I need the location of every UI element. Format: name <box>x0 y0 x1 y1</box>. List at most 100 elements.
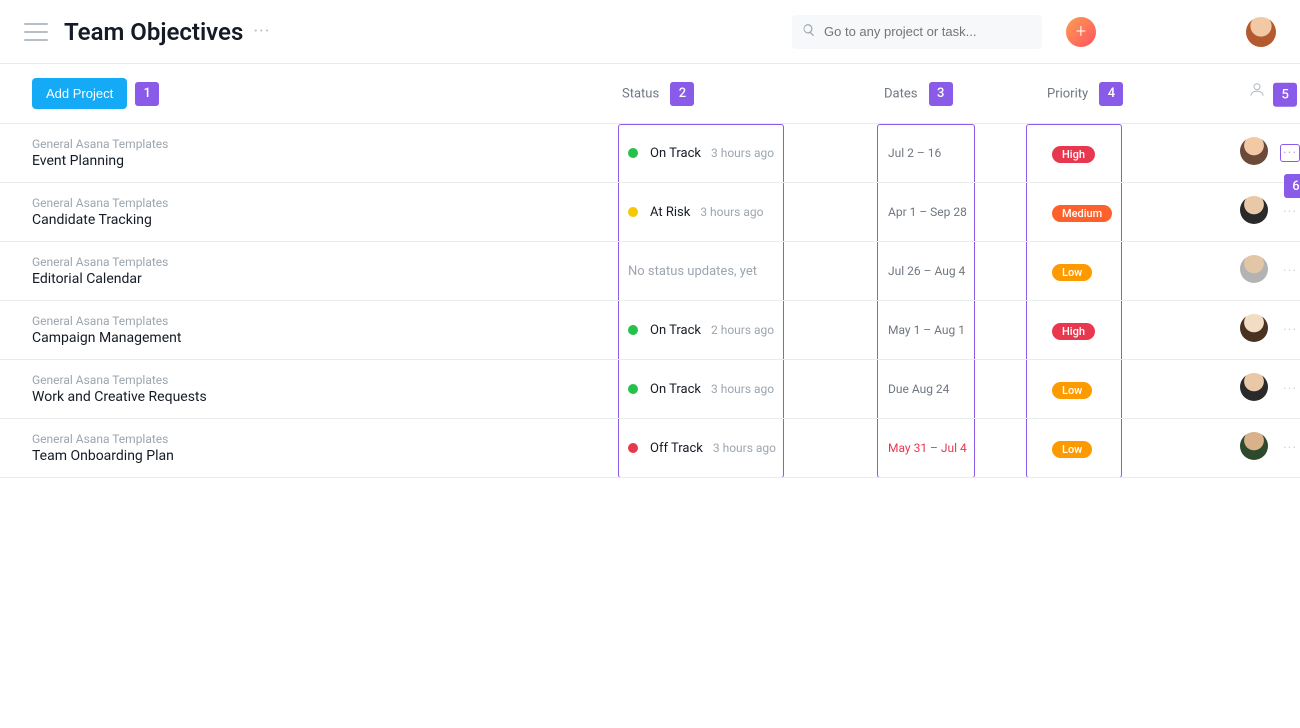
project-cell: General Asana Templates Team Onboarding P… <box>32 432 592 464</box>
project-row[interactable]: General Asana TemplatesEditorial Calenda… <box>0 242 1300 301</box>
priority-cell[interactable]: Low <box>1052 261 1132 281</box>
row-actions: ··· <box>1280 204 1300 220</box>
project-cell: General Asana Templates Candidate Trackin… <box>32 196 592 228</box>
priority-pill: Low <box>1052 382 1092 399</box>
row-actions: ··· <box>1280 263 1300 279</box>
project-name[interactable]: Candidate Tracking <box>32 212 592 228</box>
dates-cell[interactable]: Jul 26 – Aug 4 <box>888 264 1008 278</box>
project-row[interactable]: General Asana Templates Event Planning On … <box>0 124 1300 183</box>
annotation-3: 3 <box>929 82 953 106</box>
row-actions: ··· <box>1280 322 1300 338</box>
column-header-status-label: Status <box>622 86 659 101</box>
owner-cell[interactable] <box>1240 432 1268 464</box>
annotation-5: 5 <box>1273 83 1297 107</box>
status-cell[interactable]: On Track3 hours ago <box>628 146 858 161</box>
add-project-button[interactable]: Add Project <box>32 78 127 109</box>
global-add-button[interactable]: + <box>1066 17 1096 47</box>
dates-cell[interactable]: May 31 – Jul 4 <box>888 441 1008 455</box>
owner-avatar[interactable] <box>1240 255 1268 283</box>
owner-cell[interactable] <box>1240 314 1268 346</box>
project-row[interactable]: General Asana Templates Team Onboarding P… <box>0 419 1300 478</box>
status-label: Off Track <box>650 441 703 456</box>
row-actions: ··· <box>1280 440 1300 456</box>
priority-pill: Medium <box>1052 205 1112 222</box>
status-dot-icon <box>628 443 638 453</box>
priority-cell[interactable]: Low <box>1052 438 1132 458</box>
dates-cell[interactable]: May 1 – Aug 1 <box>888 323 1008 337</box>
status-timestamp: 2 hours ago <box>711 323 774 337</box>
status-cell[interactable]: On Track3 hours ago <box>628 382 858 397</box>
row-more-icon[interactable]: ··· <box>1280 322 1300 338</box>
row-more-icon[interactable]: ··· <box>1280 263 1300 279</box>
dates-cell[interactable]: Apr 1 – Sep 28 <box>888 205 1008 219</box>
column-header-dates-label: Dates <box>884 86 917 101</box>
priority-pill: High <box>1052 323 1095 340</box>
column-header-status[interactable]: Status 2 <box>622 82 694 106</box>
column-header-priority[interactable]: Priority 4 <box>1047 82 1123 106</box>
status-cell[interactable]: On Track 2 hours ago <box>628 323 858 338</box>
row-more-icon[interactable]: ··· <box>1280 440 1300 456</box>
project-team-label: General Asana Templates <box>32 373 592 387</box>
annotation-2: 2 <box>670 82 694 106</box>
project-cell: General Asana TemplatesEditorial Calenda… <box>32 255 592 287</box>
owner-avatar[interactable] <box>1240 314 1268 342</box>
project-row[interactable]: General Asana Templates Work and Creative… <box>0 360 1300 419</box>
project-name[interactable]: Campaign Management <box>32 330 592 346</box>
priority-cell[interactable]: High <box>1052 320 1132 340</box>
owner-avatar[interactable] <box>1240 196 1268 224</box>
project-name[interactable]: Work and Creative Requests <box>32 389 592 405</box>
status-cell[interactable]: Off Track3 hours ago <box>628 441 858 456</box>
owner-cell[interactable] <box>1240 255 1268 287</box>
owner-cell[interactable] <box>1240 373 1268 405</box>
owner-avatar[interactable] <box>1240 432 1268 460</box>
annotation-4: 4 <box>1099 82 1123 106</box>
column-header-owner[interactable]: 5 <box>1248 80 1297 107</box>
row-more-icon[interactable]: ··· <box>1280 381 1300 397</box>
owner-avatar[interactable] <box>1240 137 1268 165</box>
owner-avatar[interactable] <box>1240 373 1268 401</box>
topbar: Team Objectives ··· + <box>0 0 1300 64</box>
status-dot-icon <box>628 148 638 158</box>
row-more-icon[interactable]: ··· <box>1280 144 1300 162</box>
project-team-label: General Asana Templates <box>32 196 592 210</box>
priority-cell[interactable]: Low <box>1052 379 1132 399</box>
owner-cell[interactable] <box>1240 196 1268 228</box>
status-label: No status updates, yet <box>628 264 757 279</box>
status-cell[interactable]: At Risk 3 hours ago <box>628 205 858 220</box>
search-icon <box>802 22 824 41</box>
status-label: On Track <box>650 323 701 338</box>
owner-cell[interactable] <box>1240 137 1268 169</box>
row-more-icon[interactable]: ··· <box>1280 204 1300 220</box>
project-row[interactable]: General Asana Templates Campaign Manageme… <box>0 301 1300 360</box>
project-team-label: General Asana Templates <box>32 432 592 446</box>
row-actions: ··· <box>1280 381 1300 397</box>
plus-icon: + <box>1076 23 1086 41</box>
project-name[interactable]: Team Onboarding Plan <box>32 448 592 464</box>
priority-pill: Low <box>1052 264 1092 281</box>
dates-cell[interactable]: Jul 2 – 16 <box>888 146 1008 160</box>
status-dot-icon <box>628 384 638 394</box>
dates-cell[interactable]: Due Aug 24 <box>888 382 1008 396</box>
priority-cell[interactable]: High <box>1052 143 1132 163</box>
project-name[interactable]: Event Planning <box>32 153 592 169</box>
hamburger-menu-icon[interactable] <box>24 23 48 41</box>
project-team-label: General Asana Templates <box>32 314 592 328</box>
project-list: General Asana Templates Event Planning On … <box>0 124 1300 478</box>
person-icon <box>1248 87 1269 102</box>
column-header-dates[interactable]: Dates 3 <box>884 82 953 106</box>
global-search[interactable] <box>792 15 1042 49</box>
priority-cell[interactable]: Medium <box>1052 202 1132 222</box>
column-header-bar: Add Project 1 Status 2 Dates 3 Priority … <box>0 64 1300 124</box>
annotation-1: 1 <box>135 82 159 106</box>
project-name[interactable]: Editorial Calendar <box>32 271 592 287</box>
search-input[interactable] <box>824 24 1032 39</box>
priority-pill: High <box>1052 146 1095 163</box>
project-team-label: General Asana Templates <box>32 137 592 151</box>
project-row[interactable]: General Asana Templates Candidate Trackin… <box>0 183 1300 242</box>
status-label: At Risk <box>650 205 690 220</box>
page-title-more-icon[interactable]: ··· <box>253 21 270 42</box>
status-timestamp: 3 hours ago <box>700 205 763 219</box>
status-cell[interactable]: No status updates, yet <box>628 264 858 279</box>
current-user-avatar[interactable] <box>1246 17 1276 47</box>
status-dot-icon <box>628 325 638 335</box>
